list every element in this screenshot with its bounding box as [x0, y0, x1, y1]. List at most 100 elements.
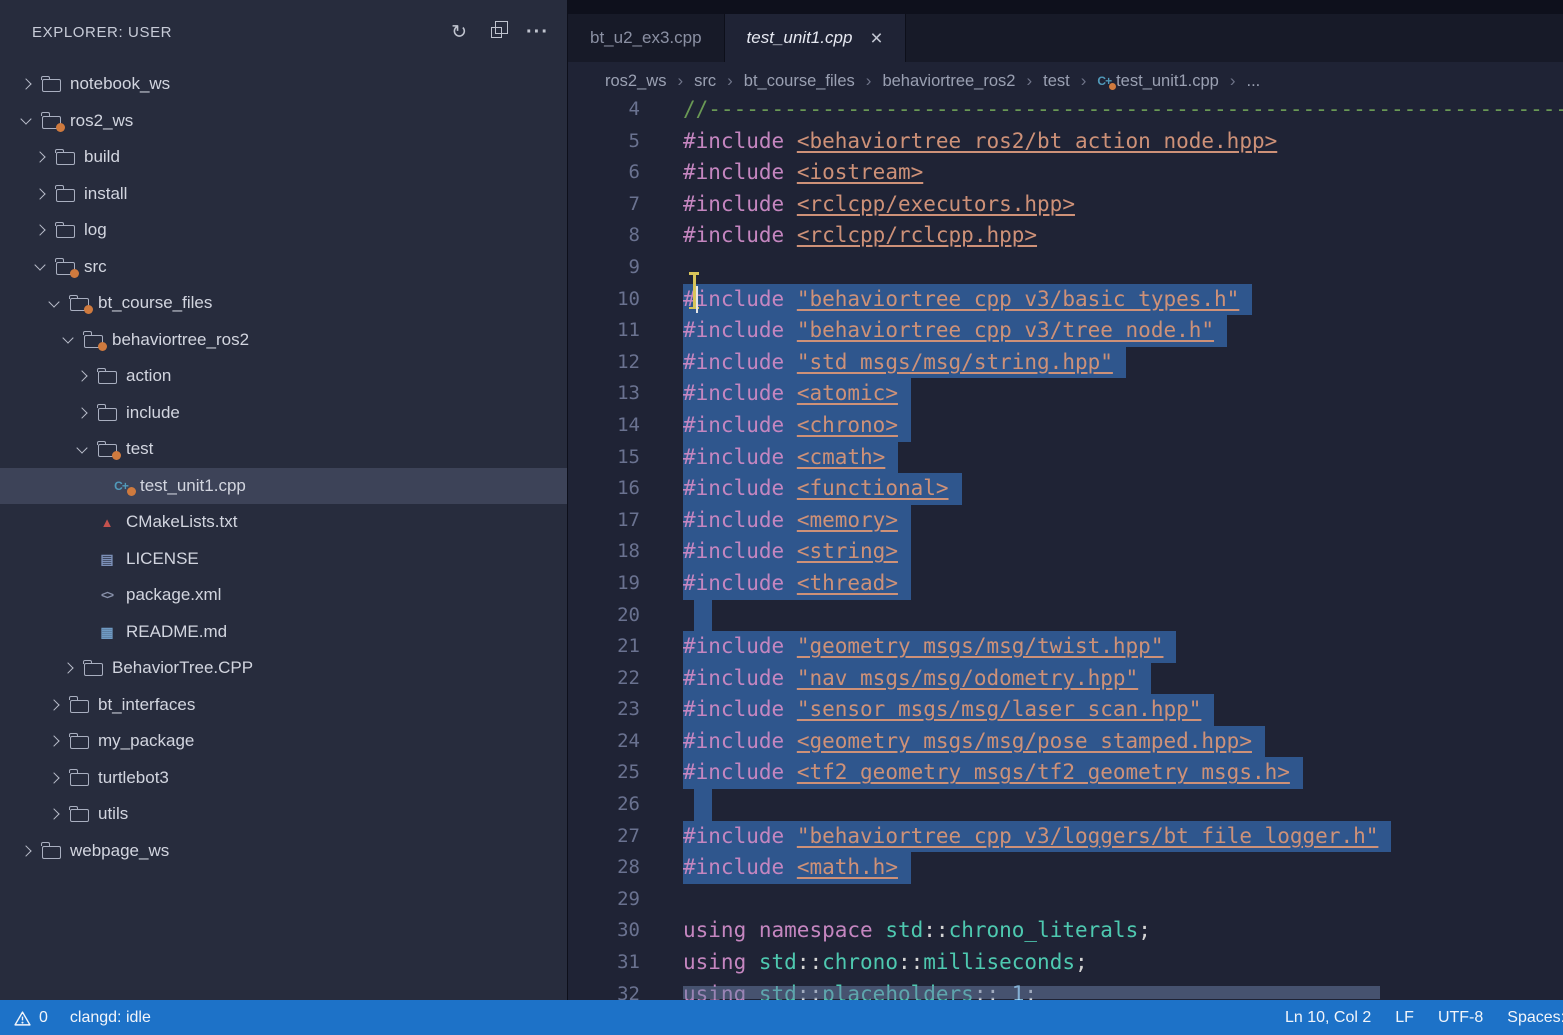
horizontal-scrollbar[interactable] — [683, 986, 1380, 999]
tree-item-BehaviorTree.CPP[interactable]: BehaviorTree.CPP — [0, 650, 567, 687]
code-line-31[interactable]: 31using std::chrono::milliseconds; — [568, 947, 1563, 979]
encoding[interactable]: UTF-8 — [1438, 1009, 1483, 1027]
tree-item-log[interactable]: log — [0, 212, 567, 249]
code-line-21[interactable]: 21#include "geometry_msgs/msg/twist.hpp" — [568, 631, 1563, 663]
code-line-20[interactable]: 20 — [568, 600, 1563, 632]
refresh-explorer-icon[interactable]: ↻ — [451, 23, 467, 42]
code-editor[interactable]: 4//-------------------------------------… — [568, 100, 1563, 1000]
code-line-6[interactable]: 6#include <iostream> — [568, 157, 1563, 189]
tree-item-utils[interactable]: utils — [0, 796, 567, 833]
code-line-23[interactable]: 23#include "sensor_msgs/msg/laser_scan.h… — [568, 694, 1563, 726]
status-right: Ln 10, Col 2 LF UTF-8 Spaces: 4 — [1285, 1000, 1563, 1035]
folder-icon — [70, 773, 89, 786]
folder-icon — [98, 408, 117, 421]
code-line-24[interactable]: 24#include <geometry_msgs/msg/pose_stamp… — [568, 726, 1563, 758]
xml-file-icon: <> — [97, 589, 117, 601]
code-line-12[interactable]: 12#include "std_msgs/msg/string.hpp" — [568, 347, 1563, 379]
breadcrumb-item-label: ros2_ws — [605, 72, 666, 91]
code-line-13[interactable]: 13#include <atomic> — [568, 378, 1563, 410]
collapse-folders-icon[interactable] — [491, 23, 502, 42]
code-line-15[interactable]: 15#include <cmath> — [568, 442, 1563, 474]
token-inc: <functional> — [797, 476, 949, 500]
code-line-25[interactable]: 25#include <tf2_geometry_msgs/tf2_geomet… — [568, 757, 1563, 789]
code-line-9[interactable]: 9 — [568, 252, 1563, 284]
code-line-22[interactable]: 22#include "nav_msgs/msg/odometry.hpp" — [568, 663, 1563, 695]
code-line-26[interactable]: 26 — [568, 789, 1563, 821]
breadcrumb-item-test[interactable]: test — [1043, 72, 1070, 91]
overlapping-squares-icon — [491, 27, 502, 38]
tree-item-turtlebot3[interactable]: turtlebot3 — [0, 760, 567, 797]
tree-item-install[interactable]: install — [0, 176, 567, 213]
tree-item-label: install — [84, 184, 127, 204]
breadcrumb-item-src[interactable]: src — [694, 72, 716, 91]
token-pl — [784, 697, 797, 721]
icon-slot — [66, 697, 92, 713]
line-content — [640, 600, 712, 632]
tree-item-behaviortree_ros2[interactable]: behaviortree_ros2 — [0, 322, 567, 359]
tree-item-CMakeLists.txt[interactable]: ▲CMakeLists.txt — [0, 504, 567, 541]
more-actions-icon[interactable]: ··· — [526, 22, 549, 42]
chevron-slot — [28, 153, 52, 161]
token-ns: chrono — [822, 950, 898, 974]
tree-item-build[interactable]: build — [0, 139, 567, 176]
tree-item-README.md[interactable]: ▦README.md — [0, 614, 567, 651]
code-line-29[interactable]: 29 — [568, 884, 1563, 916]
token-pl — [784, 350, 797, 374]
code-line-18[interactable]: 18#include <string> — [568, 536, 1563, 568]
tab-label: bt_u2_ex3.cpp — [590, 28, 702, 48]
breadcrumb-separator-icon: › — [1230, 71, 1236, 91]
line-content: #include <memory> — [640, 505, 911, 537]
tab-bt_u2_ex3.cpp[interactable]: bt_u2_ex3.cpp — [568, 14, 725, 62]
tree-item-label: action — [126, 366, 171, 386]
cursor-position[interactable]: Ln 10, Col 2 — [1285, 1009, 1371, 1027]
tree-item-ros2_ws[interactable]: ros2_ws — [0, 103, 567, 140]
code-line-8[interactable]: 8#include <rclcpp/rclcpp.hpp> — [568, 220, 1563, 252]
indentation[interactable]: Spaces: 4 — [1507, 1009, 1563, 1027]
tree-item-action[interactable]: action — [0, 358, 567, 395]
breadcrumb-item-ros2_ws[interactable]: ros2_ws — [605, 72, 666, 91]
chevron-slot — [14, 847, 38, 855]
tree-item-package.xml[interactable]: <>package.xml — [0, 577, 567, 614]
breadcrumb-item-...[interactable]: ... — [1247, 72, 1261, 91]
code-line-4[interactable]: 4//-------------------------------------… — [568, 100, 1563, 126]
breadcrumb-item-test_unit1.cpp[interactable]: C+test_unit1.cpp — [1097, 72, 1218, 91]
code-line-17[interactable]: 17#include <memory> — [568, 505, 1563, 537]
tab-test_unit1.cpp[interactable]: test_unit1.cpp× — [725, 14, 906, 62]
language-server-status[interactable]: clangd: idle — [70, 1009, 151, 1027]
code-line-7[interactable]: 7#include <rclcpp/executors.hpp> — [568, 189, 1563, 221]
code-line-27[interactable]: 27#include "behaviortree_cpp_v3/loggers/… — [568, 821, 1563, 853]
close-tab-icon[interactable]: × — [870, 28, 882, 49]
code-line-28[interactable]: 28#include <math.h> — [568, 852, 1563, 884]
token-ns: milliseconds — [923, 950, 1075, 974]
tree-item-bt_interfaces[interactable]: bt_interfaces — [0, 687, 567, 724]
tree-item-test[interactable]: test — [0, 431, 567, 468]
icon-slot: C+ — [108, 480, 134, 492]
code-line-16[interactable]: 16#include <functional> — [568, 473, 1563, 505]
code-line-5[interactable]: 5#include <behaviortree_ros2/bt_action_n… — [568, 126, 1563, 158]
tree-item-test_unit1.cpp[interactable]: C+test_unit1.cpp — [0, 468, 567, 505]
breadcrumb-item-bt_course_files[interactable]: bt_course_files — [744, 72, 855, 91]
code-line-30[interactable]: 30using namespace std::chrono_literals; — [568, 915, 1563, 947]
folder-icon — [70, 736, 89, 749]
warning-icon[interactable] — [14, 1009, 31, 1027]
tree-item-notebook_ws[interactable]: notebook_ws — [0, 66, 567, 103]
eol-sequence[interactable]: LF — [1395, 1009, 1414, 1027]
tree-item-my_package[interactable]: my_package — [0, 723, 567, 760]
breadcrumb-item-label: src — [694, 72, 716, 91]
tree-item-bt_course_files[interactable]: bt_course_files — [0, 285, 567, 322]
tree-item-include[interactable]: include — [0, 395, 567, 432]
code-line-11[interactable]: 11#include "behaviortree_cpp_v3/tree_nod… — [568, 315, 1563, 347]
tree-item-src[interactable]: src — [0, 249, 567, 286]
code-line-19[interactable]: 19#include <thread> — [568, 568, 1563, 600]
token-pl: ; — [1075, 950, 1088, 974]
code-line-10[interactable]: 10#include "behaviortree_cpp_v3/basic_ty… — [568, 284, 1563, 316]
warning-count[interactable]: 0 — [39, 1009, 48, 1027]
code-line-14[interactable]: 14#include <chrono> — [568, 410, 1563, 442]
line-text: using std::chrono::milliseconds; — [683, 947, 1088, 979]
breadcrumb-item-behaviortree_ros2[interactable]: behaviortree_ros2 — [882, 72, 1015, 91]
tree-item-LICENSE[interactable]: ▤LICENSE — [0, 541, 567, 578]
token-pp: #include — [683, 729, 784, 753]
tree-item-webpage_ws[interactable]: webpage_ws — [0, 833, 567, 870]
editor-caret — [696, 286, 698, 313]
chevron-down-icon — [76, 442, 87, 453]
